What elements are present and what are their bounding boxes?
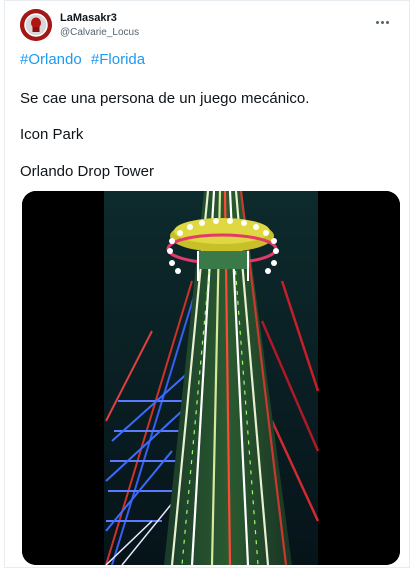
tweet-text-line: Se cae una persona de un juego mecánico.: [20, 90, 310, 107]
media-video[interactable]: [22, 191, 400, 565]
more-options-icon[interactable]: [375, 11, 395, 27]
display-name[interactable]: LaMasakr3: [60, 12, 139, 25]
tweet-text-line: Icon Park: [20, 126, 84, 143]
tweet-card[interactable]: LaMasakr3 @Calvarie_Locus #Orlando #Flor…: [4, 0, 410, 568]
drop-tower-image: [22, 191, 400, 565]
hashtag-link[interactable]: #Florida: [91, 51, 145, 68]
avatar[interactable]: [20, 9, 52, 41]
avatar-icon: [20, 9, 52, 41]
hashtag-link[interactable]: #Orlando: [20, 51, 82, 68]
tweet-text-line: Orlando Drop Tower: [20, 163, 154, 180]
user-handle[interactable]: @Calvarie_Locus: [60, 27, 139, 39]
hashtags: #Orlando #Florida: [20, 51, 150, 69]
tweet-header: LaMasakr3 @Calvarie_Locus: [20, 9, 399, 43]
